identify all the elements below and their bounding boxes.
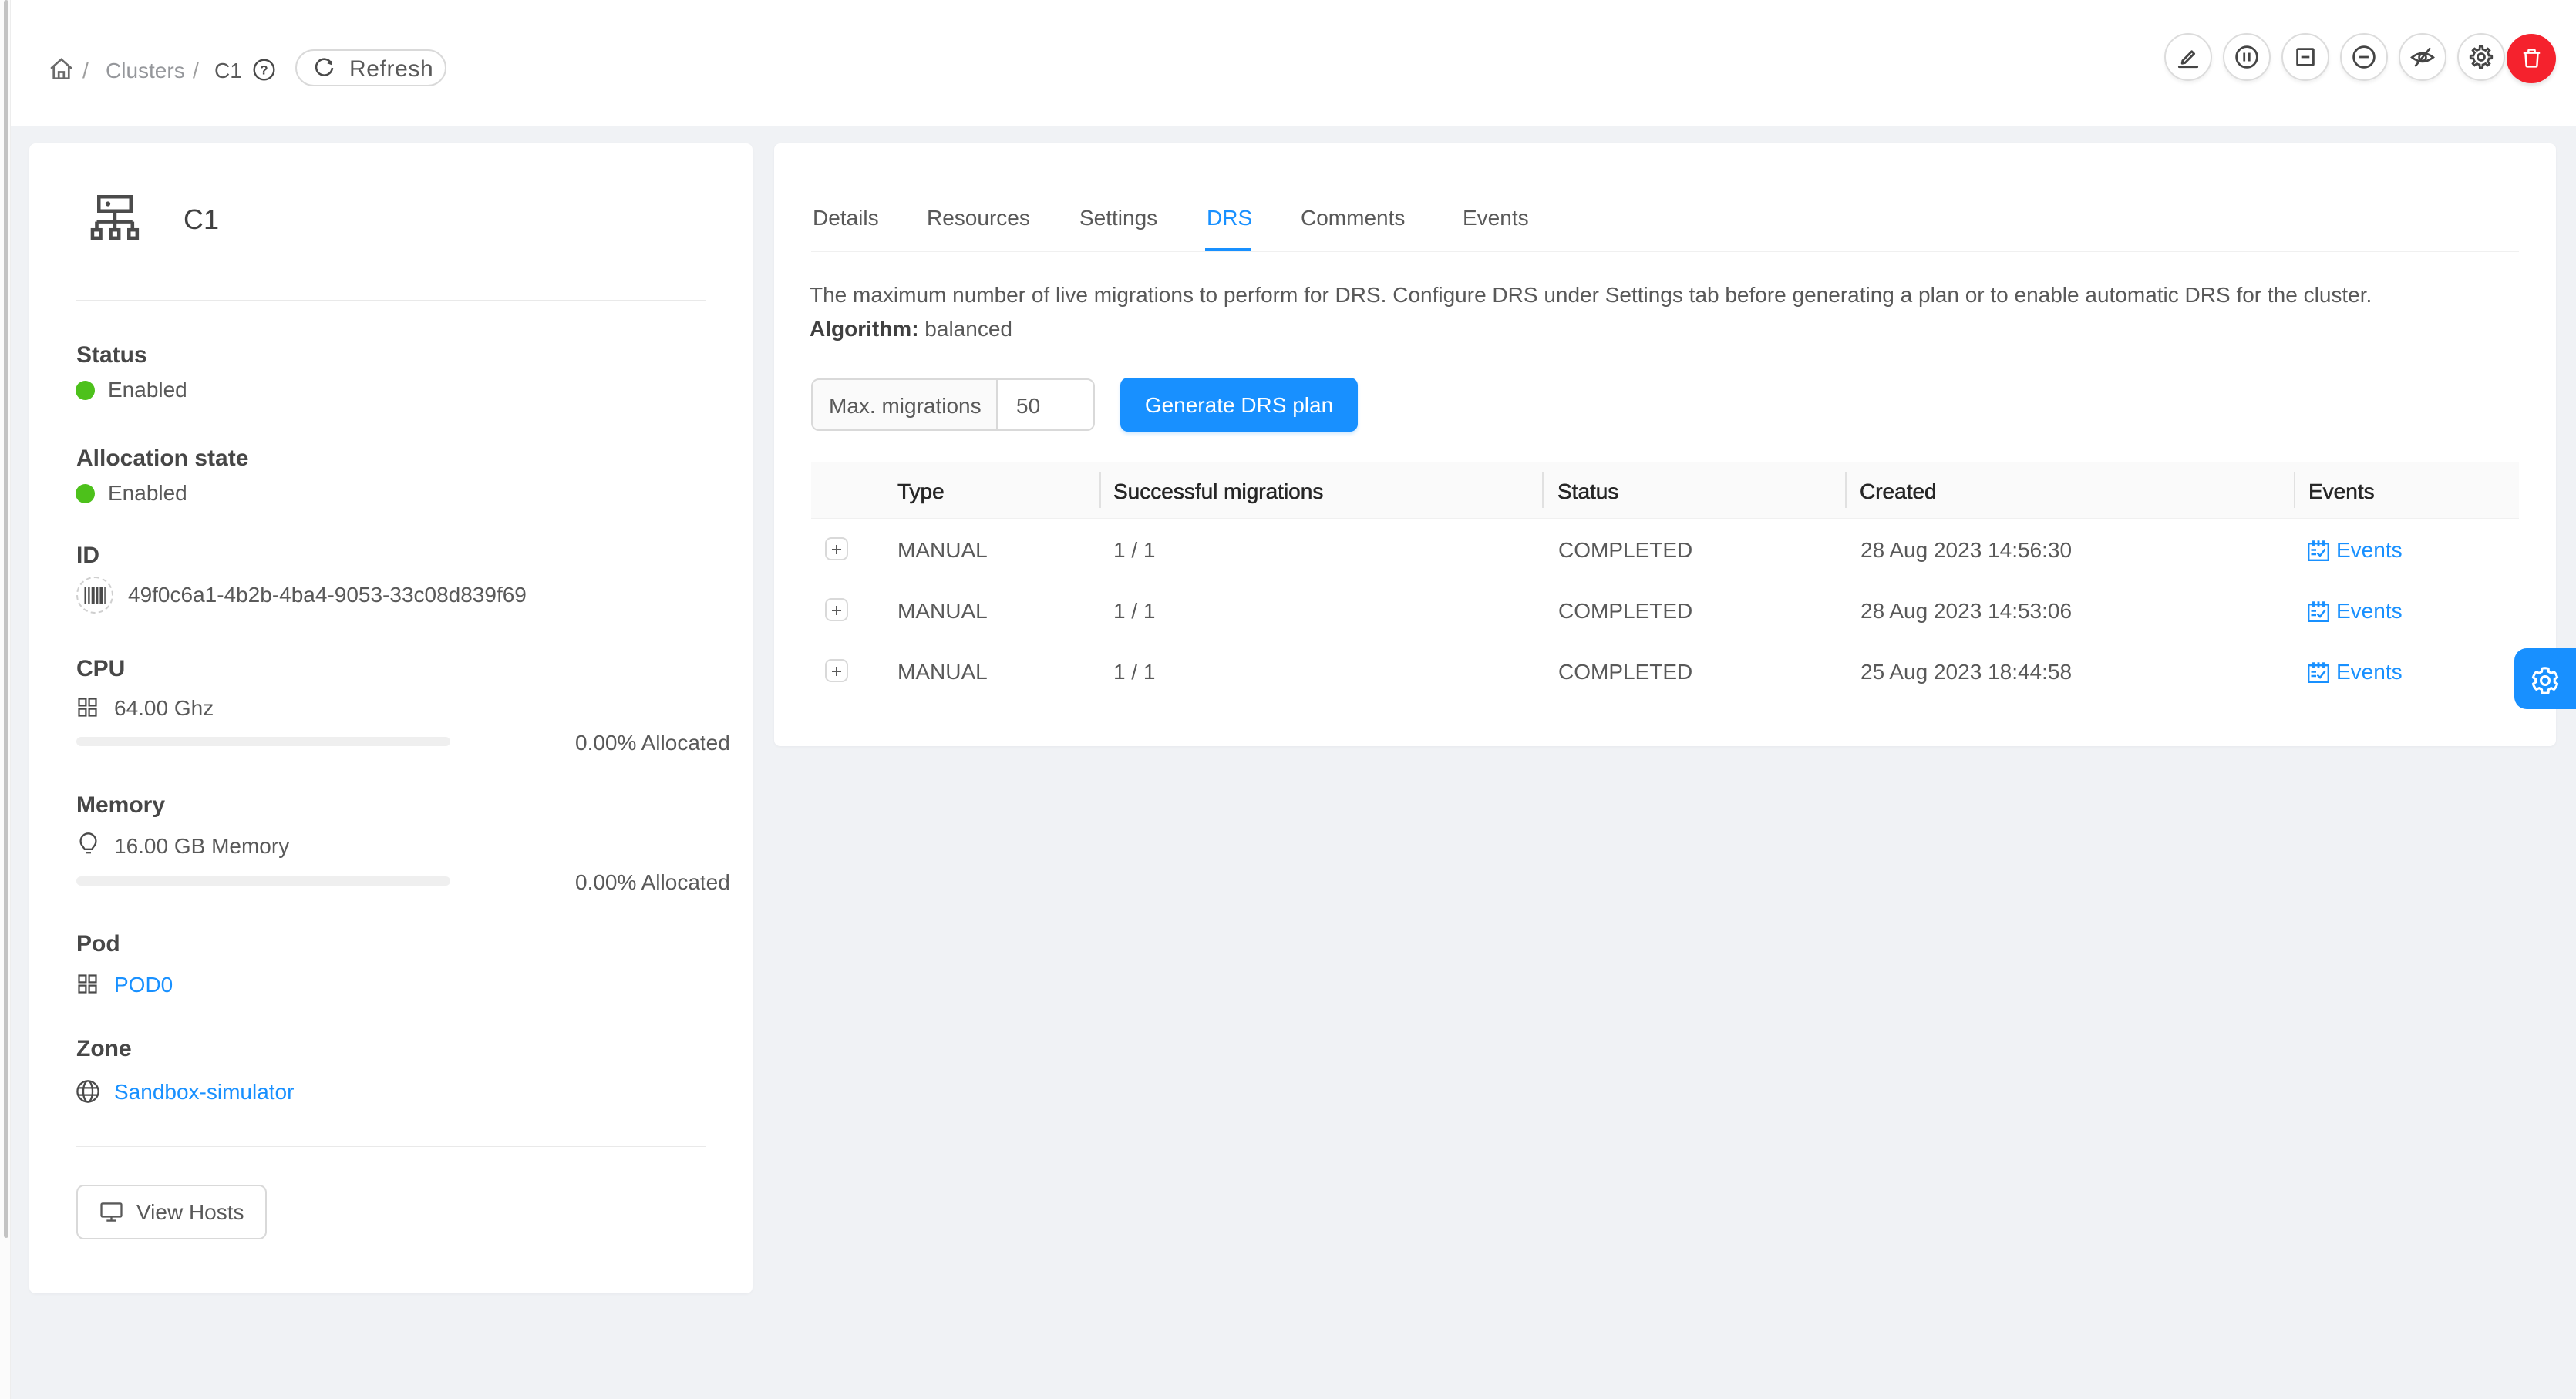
svg-text:?: ? <box>260 62 268 77</box>
